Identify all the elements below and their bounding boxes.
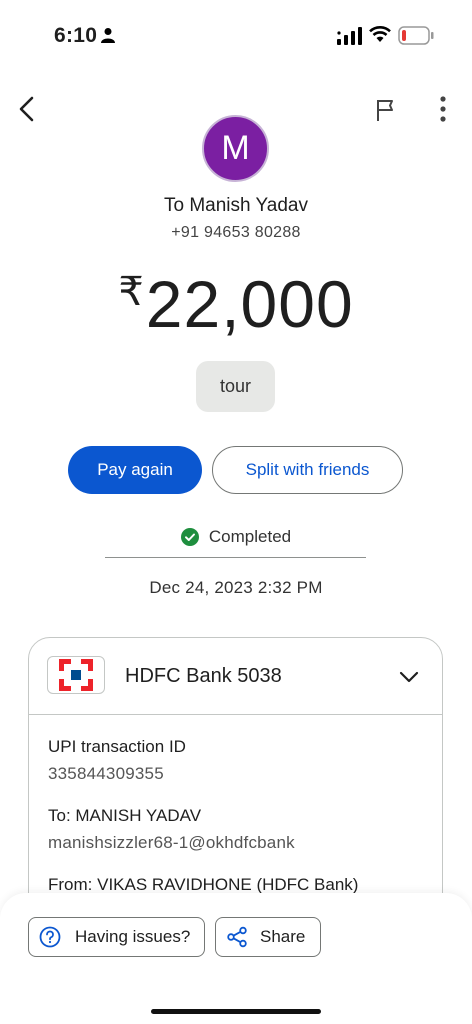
having-issues-button[interactable]: Having issues? xyxy=(28,917,205,957)
status-text: Completed xyxy=(208,527,292,546)
having-issues-label: Having issues? xyxy=(75,927,191,946)
payment-amount: ₹22,000 xyxy=(0,266,472,342)
transaction-status: Completed xyxy=(0,527,472,547)
check-circle-icon xyxy=(180,528,199,546)
bank-name: HDFC Bank 5038 xyxy=(125,665,282,687)
share-icon xyxy=(227,926,247,948)
flag-icon[interactable] xyxy=(373,97,399,123)
payment-note: tour xyxy=(196,361,275,412)
to-label: To: MANISH YADAV xyxy=(48,806,202,825)
upi-id-value: 335844309355 xyxy=(48,764,164,783)
hdfc-logo-icon xyxy=(47,656,105,694)
bank-account-row[interactable]: HDFC Bank 5038 xyxy=(29,638,442,715)
share-button[interactable]: Share xyxy=(215,917,321,957)
recipient-phone: +91 94653 80288 xyxy=(171,224,301,241)
recipient-name: To Manish Yadav xyxy=(164,195,308,216)
person-icon xyxy=(101,28,115,43)
status-bar: 6:10 xyxy=(0,0,472,70)
signal-icon xyxy=(337,27,362,45)
currency-symbol: ₹ xyxy=(118,270,144,314)
wifi-icon xyxy=(369,26,391,42)
to-upi-value: manishsizzler68-1@okhdfcbank xyxy=(48,833,295,852)
help-circle-icon xyxy=(39,926,61,948)
divider xyxy=(105,557,366,558)
split-with-friends-button[interactable]: Split with friends xyxy=(212,446,403,494)
status-time: 6:10 xyxy=(54,24,98,47)
transaction-datetime: Dec 24, 2023 2:32 PM xyxy=(149,578,323,597)
upi-id-label: UPI transaction ID xyxy=(48,737,186,756)
chevron-down-icon[interactable] xyxy=(397,665,421,689)
more-vert-icon[interactable] xyxy=(430,94,456,124)
home-indicator xyxy=(151,1009,321,1014)
avatar: M xyxy=(202,115,269,182)
bottom-action-bar: Having issues? Share xyxy=(0,893,472,1024)
battery-icon xyxy=(398,26,434,45)
back-arrow-icon[interactable] xyxy=(12,92,46,126)
from-label: From: VIKAS RAVIDHONE (HDFC Bank) xyxy=(48,875,359,894)
share-label: Share xyxy=(260,927,306,946)
pay-again-button[interactable]: Pay again xyxy=(68,446,202,494)
bank-details-card: HDFC Bank 5038 UPI transaction ID 335844… xyxy=(28,637,443,937)
amount-value: 22,000 xyxy=(145,267,354,341)
